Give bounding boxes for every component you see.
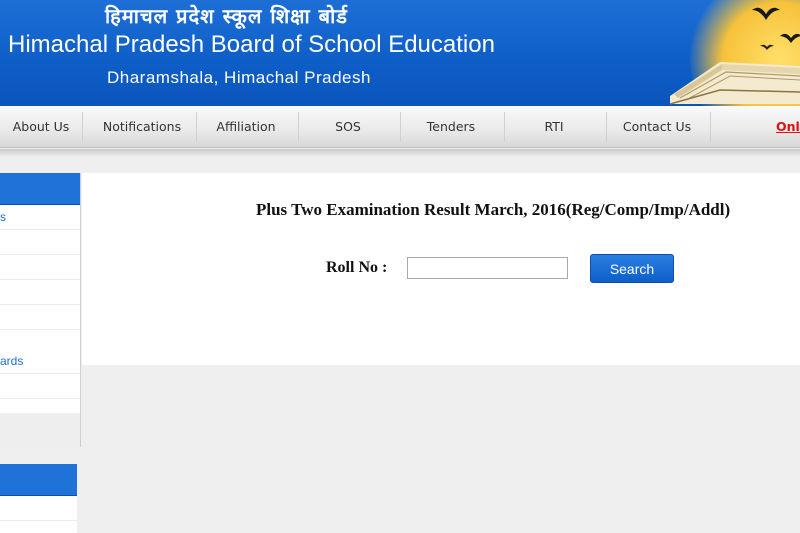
- nav-separator: [82, 112, 83, 142]
- nav-separator: [298, 112, 299, 142]
- nav-sos[interactable]: SOS: [300, 106, 396, 148]
- book-and-birds-icon: [669, 7, 800, 105]
- nav-separator: [606, 112, 607, 142]
- sidebar-link[interactable]: [0, 497, 77, 521]
- sidebar-header: [0, 173, 80, 205]
- site-header: हिमाचल प्रदेश स्कूल शिक्षा बोर्ड Himacha…: [0, 0, 800, 106]
- header-title-english: Himachal Pradesh Board of School Educati…: [8, 31, 495, 58]
- nav-separator: [400, 112, 401, 142]
- roll-no-label: Roll No :: [326, 259, 388, 276]
- nav-rti[interactable]: RTI: [506, 106, 602, 148]
- nav-online-link[interactable]: Onli: [776, 106, 800, 148]
- sidebar-footer: [0, 413, 80, 447]
- nav-shadow: [0, 149, 800, 157]
- sidebar-link[interactable]: s: [0, 206, 80, 230]
- search-button[interactable]: Search: [590, 254, 674, 283]
- nav-affiliation[interactable]: Affiliation: [198, 106, 294, 148]
- sidebar-link[interactable]: [0, 231, 80, 255]
- sidebar-link[interactable]: ards: [0, 350, 80, 374]
- nav-separator: [710, 112, 711, 142]
- nav-separator: [196, 112, 197, 142]
- nav-about-us[interactable]: About Us: [0, 106, 82, 148]
- nav-separator: [504, 112, 505, 142]
- sidebar-link-label: ards: [0, 354, 24, 368]
- nav-notifications[interactable]: Notifications: [90, 106, 194, 148]
- header-title-hindi: हिमाचल प्रदेश स्कूल शिक्षा बोर्ड: [105, 4, 348, 28]
- header-location: Dharamshala, Himachal Pradesh: [107, 68, 371, 87]
- sidebar-link[interactable]: [0, 375, 80, 399]
- main-nav: About Us Notifications Affiliation SOS T…: [0, 106, 800, 148]
- sidebar-link[interactable]: [0, 306, 80, 330]
- sidebar-link[interactable]: [0, 281, 80, 305]
- page-title: Plus Two Examination Result March, 2016(…: [256, 200, 731, 219]
- result-panel: Plus Two Examination Result March, 2016(…: [82, 173, 800, 365]
- roll-no-input[interactable]: [407, 257, 568, 279]
- sidebar-header: [0, 464, 77, 496]
- sidebar-panel-secondary: [0, 464, 77, 533]
- sidebar-link-label: s: [0, 210, 6, 224]
- sidebar-panel: s ards: [0, 173, 81, 447]
- nav-tenders[interactable]: Tenders: [402, 106, 500, 148]
- sidebar-link[interactable]: [0, 256, 80, 280]
- nav-contact-us[interactable]: Contact Us: [608, 106, 706, 148]
